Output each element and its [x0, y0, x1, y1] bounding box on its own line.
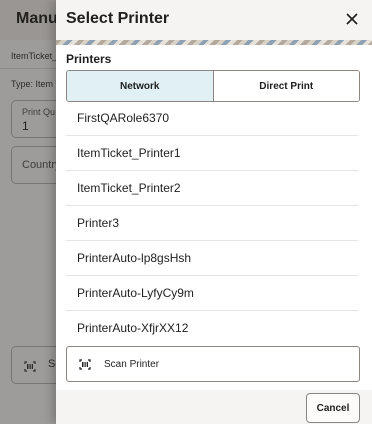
printer-list-item[interactable]: FirstQARole6370: [66, 101, 358, 136]
printer-list: FirstQARole6370 ItemTicket_Printer1 Item…: [66, 101, 358, 345]
scan-printer-button[interactable]: Scan Printer: [66, 346, 360, 382]
barcode-scan-icon: [79, 358, 91, 370]
drawer-header: Select Printer: [56, 0, 372, 40]
printer-list-item[interactable]: ItemTicket_Printer2: [66, 171, 358, 206]
printer-list-item[interactable]: ItemTicket_Printer1: [66, 136, 358, 171]
tab-direct-print[interactable]: Direct Print: [213, 71, 359, 101]
printer-list-item[interactable]: PrinterAuto-lp8gsHsh: [66, 241, 358, 276]
close-button[interactable]: [340, 7, 364, 31]
close-icon: [346, 13, 358, 25]
printer-list-item[interactable]: Printer3: [66, 206, 358, 241]
scan-printer-label: Scan Printer: [104, 358, 160, 370]
select-printer-drawer: Select Printer Printers Network Direct P…: [56, 0, 372, 424]
cancel-button[interactable]: Cancel: [306, 393, 360, 423]
decorative-banner: [56, 40, 372, 45]
printer-list-item[interactable]: PrinterAuto-XfjrXX12: [66, 311, 358, 345]
drawer-footer: Cancel: [56, 390, 372, 424]
drawer-title: Select Printer: [66, 10, 170, 27]
tab-network[interactable]: Network: [67, 71, 213, 101]
printer-type-tabs: Network Direct Print: [66, 70, 360, 102]
printer-list-item[interactable]: PrinterAuto-LyfyCy9m: [66, 276, 358, 311]
printers-section-label: Printers: [66, 52, 112, 66]
